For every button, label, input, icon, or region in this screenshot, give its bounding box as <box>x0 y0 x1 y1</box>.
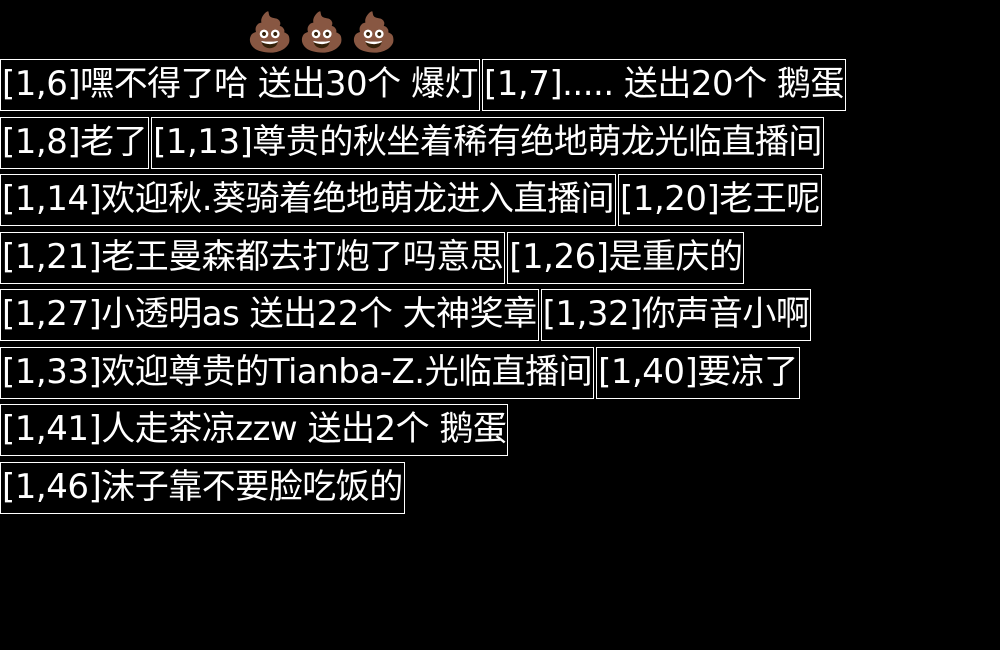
message-row: [1,6]嘿不得了哈 送出30个 爆灯 [1,7]..... 送出20个 鹅蛋 <box>0 59 1000 117</box>
message-row: [1,46]沫子靠不要脸吃饭的 <box>0 461 1000 520</box>
chat-message: [1,40]要凉了 <box>596 346 800 399</box>
chat-message: [1,26]是重庆的 <box>507 231 745 284</box>
message-row: [1,14]欢迎秋.葵骑着绝地萌龙进入直播间 [1,20]老王呢 <box>0 174 1000 232</box>
chat-message: [1,27]小透明as 送出22个 大神奖章 <box>0 289 539 341</box>
chat-message: [1,46]沫子靠不要脸吃饭的 <box>0 461 405 514</box>
chat-message: [1,33]欢迎尊贵的Tianba-Z.光临直播间 <box>0 346 595 399</box>
poop-emoji-icon: 💩 <box>350 10 398 54</box>
message-row: [1,21]老王曼森都去打炮了吗意思 [1,26]是重庆的 <box>0 231 1000 290</box>
chat-message: [1,32]你声音小啊 <box>540 289 812 341</box>
emoji-row: 💩 💩 💩 <box>246 8 398 56</box>
chat-message: [1,20]老王呢 <box>618 174 822 226</box>
message-row: [1,33]欢迎尊贵的Tianba-Z.光临直播间 [1,40]要凉了 <box>0 346 1000 405</box>
message-row: [1,8]老了 [1,13]尊贵的秋坐着稀有绝地萌龙光临直播间 <box>0 116 1000 175</box>
chat-message: [1,8]老了 <box>0 116 150 169</box>
chat-message: [1,7]..... 送出20个 鹅蛋 <box>481 59 847 111</box>
poop-emoji-icon: 💩 <box>246 10 294 54</box>
chat-message: [1,14]欢迎秋.葵骑着绝地萌龙进入直播间 <box>0 174 617 226</box>
chat-message: [1,6]嘿不得了哈 送出30个 爆灯 <box>0 59 480 111</box>
message-row: [1,27]小透明as 送出22个 大神奖章 [1,32]你声音小啊 <box>0 289 1000 347</box>
danmaku-message-list: [1,6]嘿不得了哈 送出30个 爆灯 [1,7]..... 送出20个 鹅蛋 … <box>0 59 1000 519</box>
chat-message: [1,13]尊贵的秋坐着稀有绝地萌龙光临直播间 <box>151 116 824 169</box>
chat-message: [1,41]人走茶凉zzw 送出2个 鹅蛋 <box>0 404 509 456</box>
message-row: [1,41]人走茶凉zzw 送出2个 鹅蛋 <box>0 404 1000 462</box>
chat-message: [1,21]老王曼森都去打炮了吗意思 <box>0 231 506 284</box>
poop-emoji-icon: 💩 <box>298 10 346 54</box>
